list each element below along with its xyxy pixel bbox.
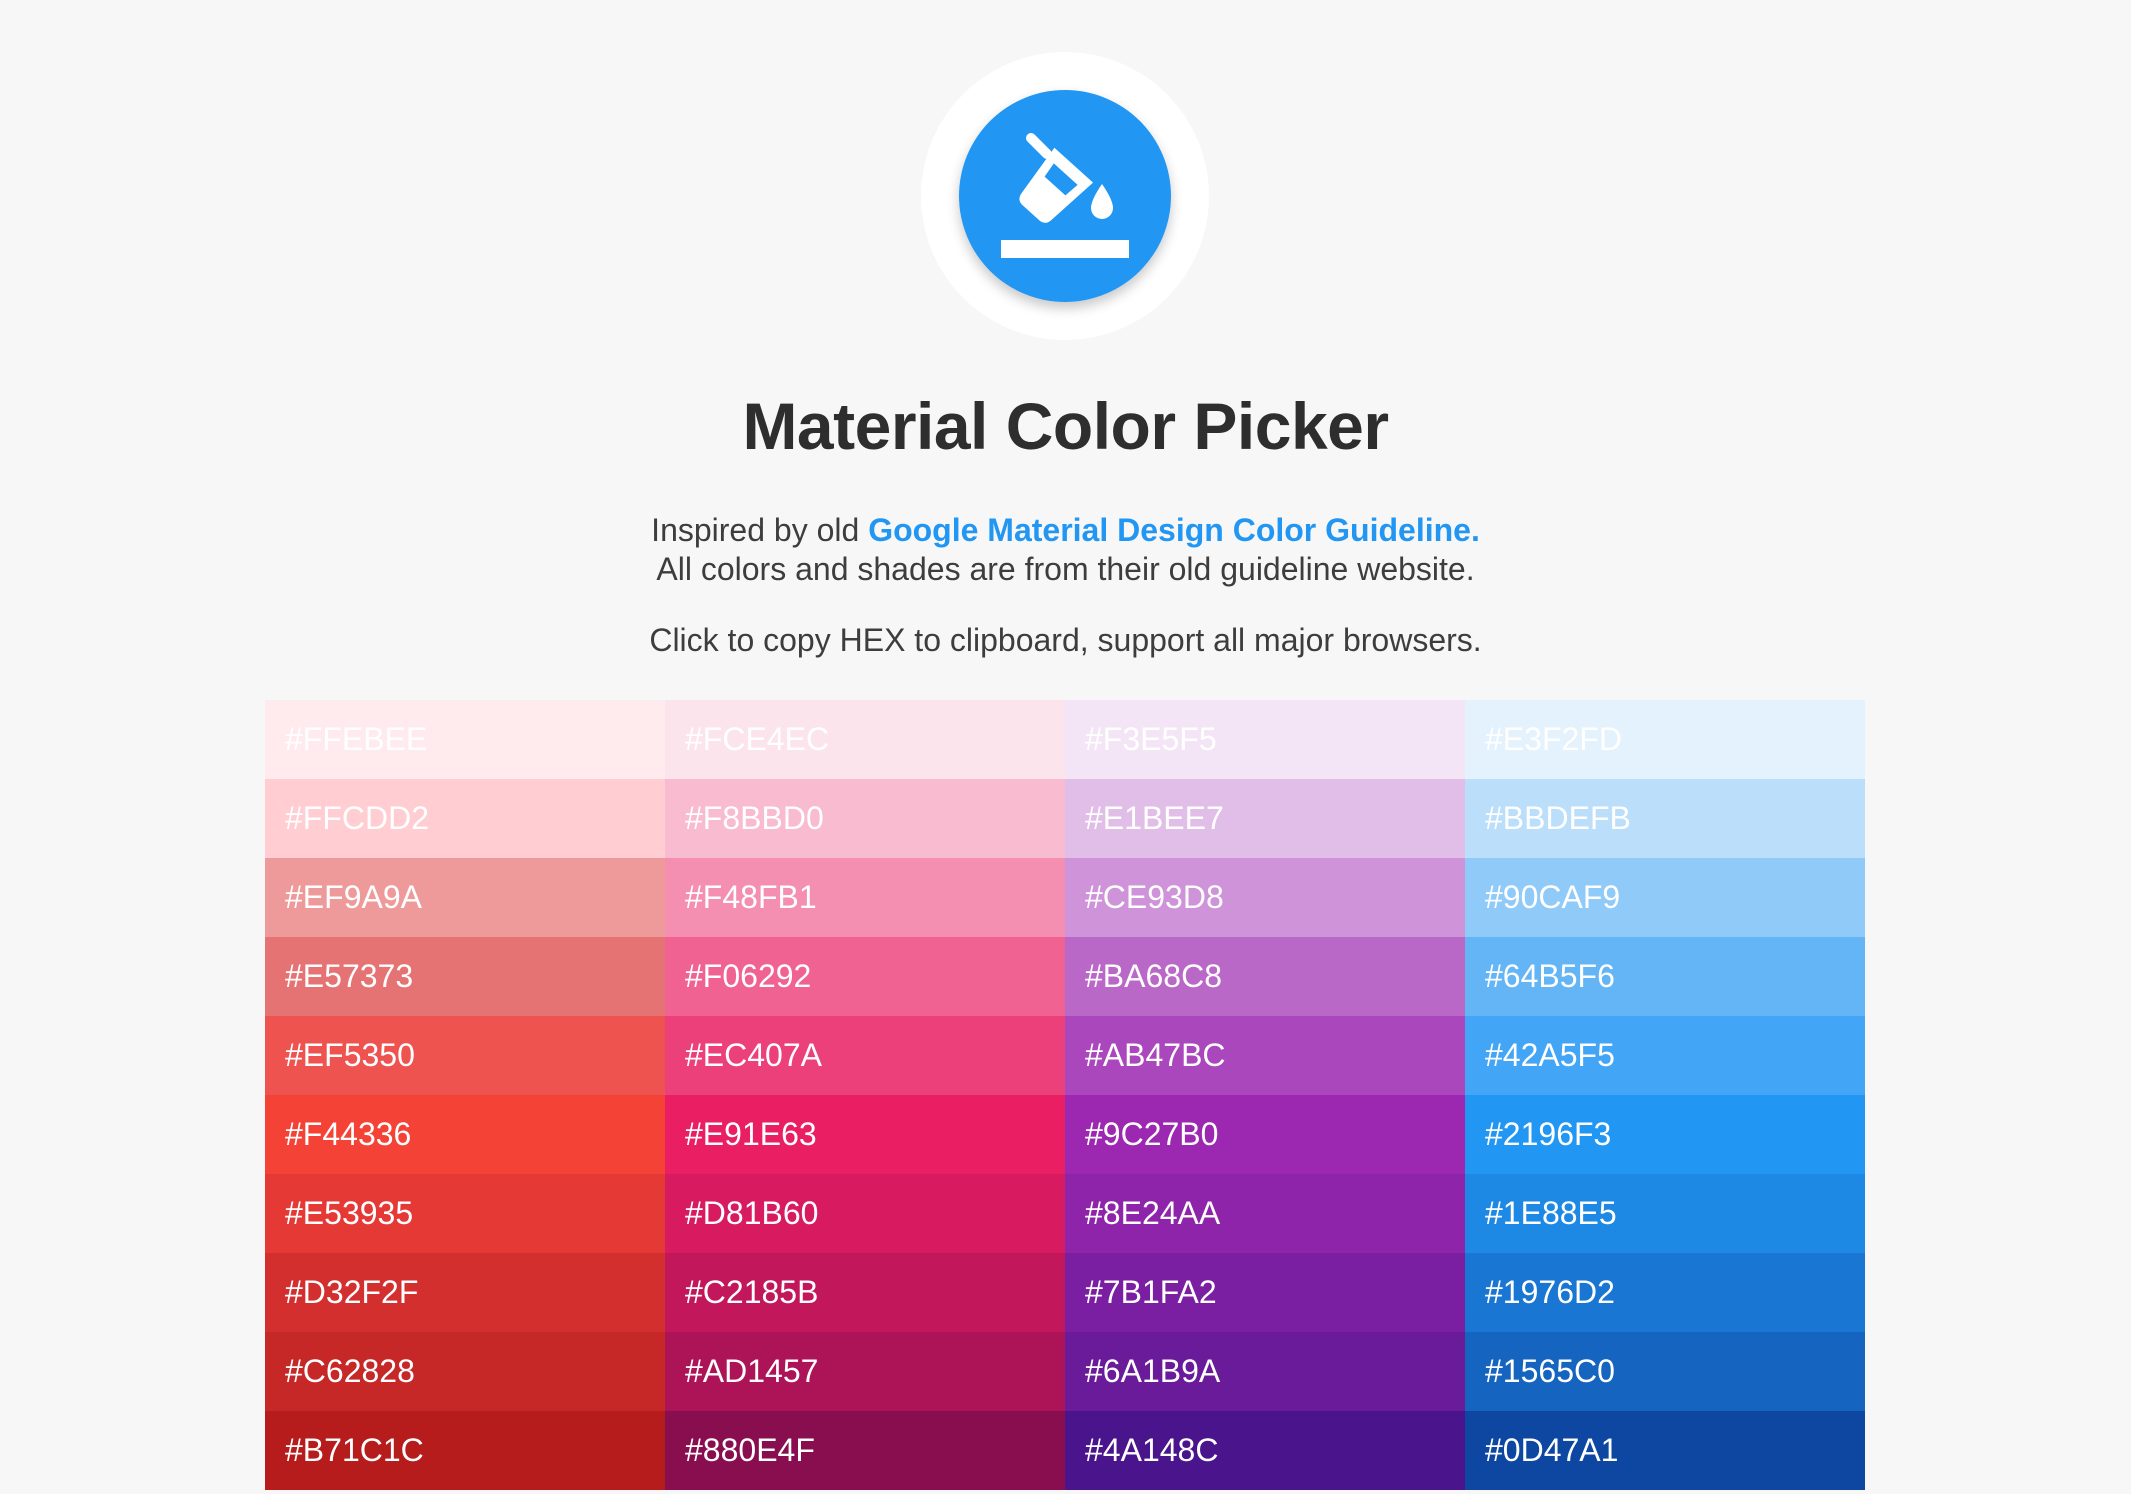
color-column-purple: #F3E5F5 #E1BEE7 #CE93D8 #BA68C8 #AB47BC #9C27… (1065, 700, 1465, 1490)
color-swatch[interactable]: #64B5F6 (1465, 937, 1865, 1016)
color-swatch[interactable]: #B71C1C (265, 1411, 665, 1490)
color-swatch[interactable]: #E91E63 (665, 1095, 1065, 1174)
color-swatch[interactable]: #CE93D8 (1065, 858, 1465, 937)
color-swatch[interactable]: #1976D2 (1465, 1253, 1865, 1332)
color-swatch[interactable]: #8E24AA (1065, 1174, 1465, 1253)
color-swatch[interactable]: #D32F2F (265, 1253, 665, 1332)
color-swatch[interactable]: #2196F3 (1465, 1095, 1865, 1174)
color-swatch[interactable]: #BA68C8 (1065, 937, 1465, 1016)
logo (959, 90, 1171, 302)
intro-prefix: Inspired by old (651, 512, 869, 548)
color-swatch[interactable]: #E57373 (265, 937, 665, 1016)
color-column-blue: #E3F2FD #BBDEFB #90CAF9 #64B5F6 #42A5F5 #2196… (1465, 700, 1865, 1490)
guideline-link[interactable]: Google Material Design Color Guideline. (868, 512, 1480, 548)
page: Material Color Picker Inspired by old Go… (0, 0, 2131, 1494)
color-swatch[interactable]: #1E88E5 (1465, 1174, 1865, 1253)
color-swatch[interactable]: #1565C0 (1465, 1332, 1865, 1411)
floor-bar (1001, 240, 1129, 258)
color-swatch[interactable]: #F44336 (265, 1095, 665, 1174)
color-swatch[interactable]: #C2185B (665, 1253, 1065, 1332)
color-swatch[interactable]: #E3F2FD (1465, 700, 1865, 779)
color-swatch[interactable]: #90CAF9 (1465, 858, 1865, 937)
color-swatch[interactable]: #AD1457 (665, 1332, 1065, 1411)
color-swatch[interactable]: #7B1FA2 (1065, 1253, 1465, 1332)
color-swatch[interactable]: #4A148C (1065, 1411, 1465, 1490)
color-swatch[interactable]: #E1BEE7 (1065, 779, 1465, 858)
color-swatch[interactable]: #FFCDD2 (265, 779, 665, 858)
color-swatch[interactable]: #F48FB1 (665, 858, 1065, 937)
color-grid: #FFEBEE #FFCDD2 #EF9A9A #E57373 #EF5350 #F443… (265, 700, 1865, 1490)
color-swatch[interactable]: #F8BBD0 (665, 779, 1065, 858)
color-swatch[interactable]: #9C27B0 (1065, 1095, 1465, 1174)
color-swatch[interactable]: #E53935 (265, 1174, 665, 1253)
color-swatch[interactable]: #42A5F5 (1465, 1016, 1865, 1095)
color-swatch[interactable]: #FCE4EC (665, 700, 1065, 779)
page-title: Material Color Picker (742, 389, 1389, 463)
format-color-fill-icon (959, 90, 1171, 302)
color-swatch[interactable]: #0D47A1 (1465, 1411, 1865, 1490)
color-swatch[interactable]: #EF5350 (265, 1016, 665, 1095)
color-swatch[interactable]: #F06292 (665, 937, 1065, 1016)
source-note: All colors and shades are from their old… (656, 551, 1475, 587)
color-column-pink: #FCE4EC #F8BBD0 #F48FB1 #F06292 #EC407A #E91E… (665, 700, 1065, 1490)
logo-ring (921, 52, 1209, 340)
color-swatch[interactable]: #EC407A (665, 1016, 1065, 1095)
color-swatch[interactable]: #EF9A9A (265, 858, 665, 937)
intro-line: Inspired by old Google Material Design C… (0, 512, 2131, 549)
color-swatch[interactable]: #AB47BC (1065, 1016, 1465, 1095)
color-column-red: #FFEBEE #FFCDD2 #EF9A9A #E57373 #EF5350 #F443… (265, 700, 665, 1490)
color-swatch[interactable]: #880E4F (665, 1411, 1065, 1490)
color-swatch[interactable]: #FFEBEE (265, 700, 665, 779)
color-swatch[interactable]: #6A1B9A (1065, 1332, 1465, 1411)
usage-hint: Click to copy HEX to clipboard, support … (649, 622, 1482, 658)
color-swatch[interactable]: #BBDEFB (1465, 779, 1865, 858)
color-swatch[interactable]: #F3E5F5 (1065, 700, 1465, 779)
color-swatch[interactable]: #D81B60 (665, 1174, 1065, 1253)
color-swatch[interactable]: #C62828 (265, 1332, 665, 1411)
